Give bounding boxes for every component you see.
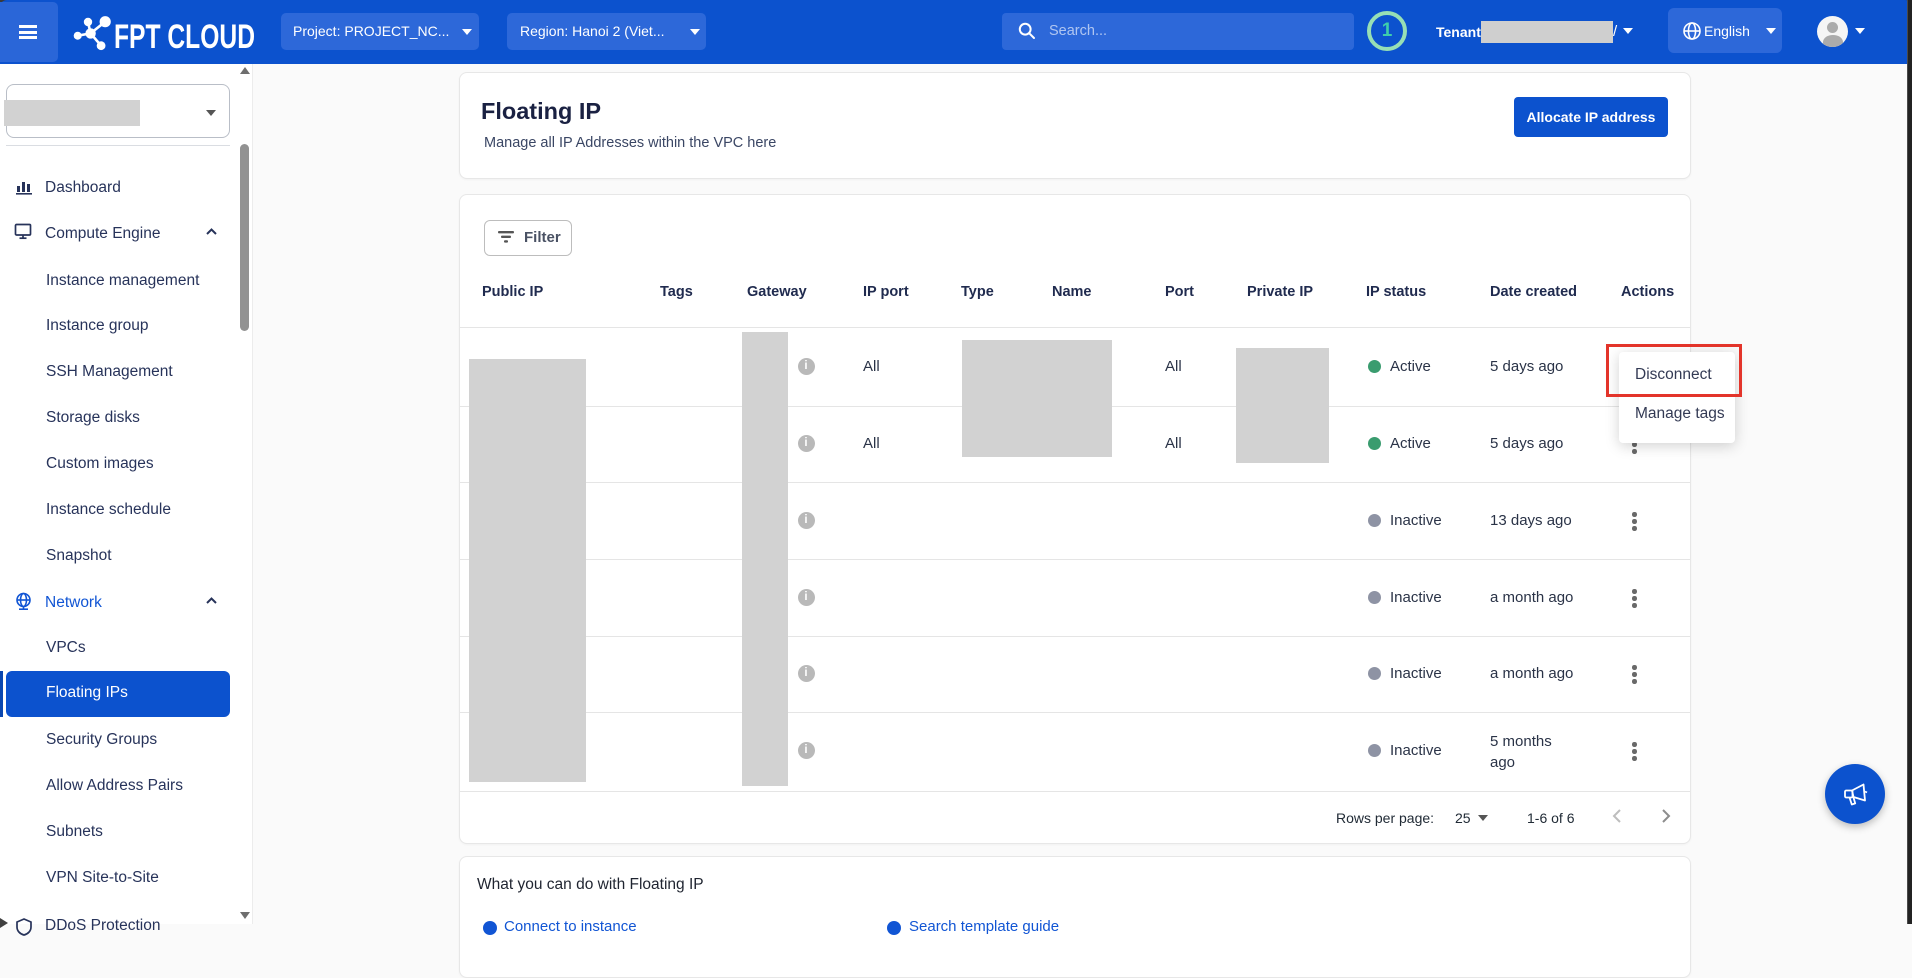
svg-text:FPT CLOUD: FPT CLOUD bbox=[114, 18, 255, 52]
